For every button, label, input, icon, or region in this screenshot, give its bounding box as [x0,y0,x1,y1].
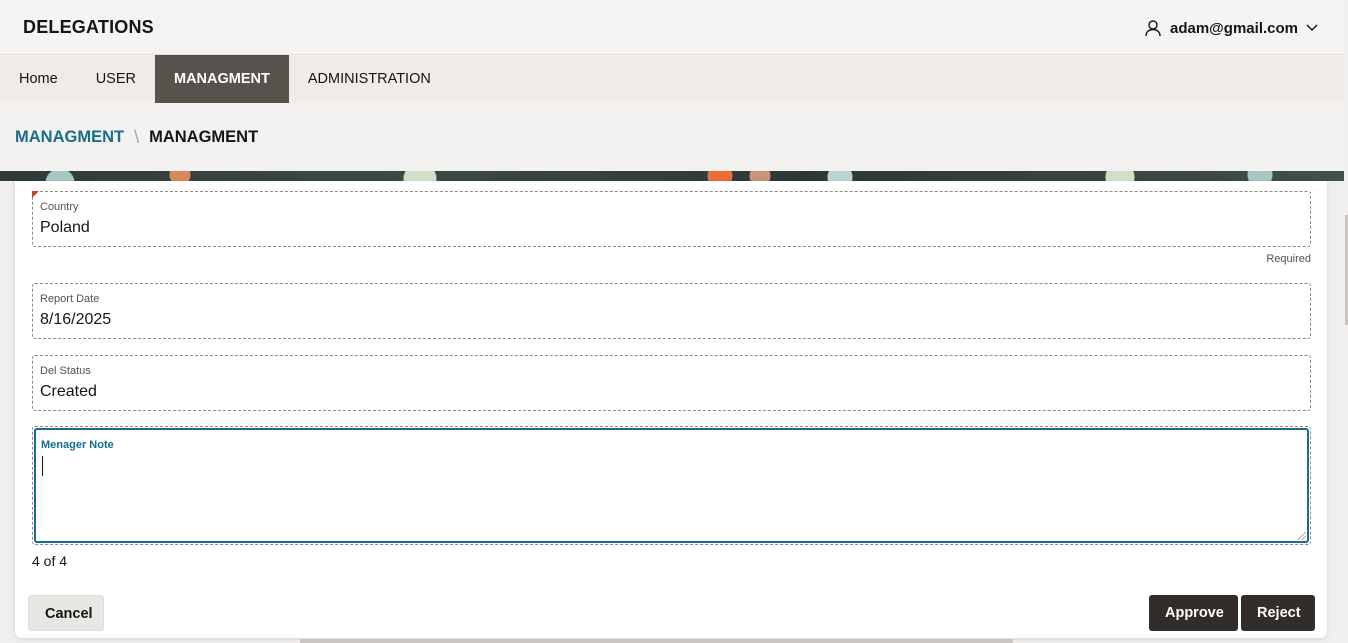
resize-grip-icon[interactable] [1298,532,1306,540]
approve-button[interactable]: Approve [1149,595,1238,631]
required-marker [32,191,39,198]
app-title: DELEGATIONS [23,17,154,37]
del-status-field[interactable]: Del Status Created [32,355,1311,411]
tab-home[interactable]: Home [0,55,77,103]
record-pager: 4 of 4 [32,553,68,569]
tab-user[interactable]: USER [77,55,155,103]
report-date-field[interactable]: Report Date 8/16/2025 [32,283,1311,339]
form-card: Country Poland Required Report Date 8/16… [15,181,1327,638]
breadcrumb: MANAGMENT \ MANAGMENT [15,127,258,148]
text-caret [42,456,43,476]
breadcrumb-separator: \ [134,127,140,147]
country-value: Poland [40,219,90,236]
manager-note-label: Menager Note [41,439,114,451]
breadcrumb-current: MANAGMENT [149,128,259,146]
breadcrumb-link-managment[interactable]: MANAGMENT [15,128,124,147]
manager-note-textarea[interactable]: Menager Note [34,428,1309,543]
chevron-down-icon [1306,24,1318,32]
tab-managment[interactable]: MANAGMENT [154,55,289,103]
decorative-banner [0,171,1344,181]
user-email: adam@gmail.com [1170,19,1298,37]
main-nav: Home USER MANAGMENT ADMINISTRATION [0,55,1344,103]
user-icon [1144,19,1162,37]
manager-note-field[interactable]: Menager Note [32,426,1311,545]
report-date-label: Report Date [40,293,100,305]
app-header: DELEGATIONS adam@gmail.com [0,0,1344,55]
horizontal-scroll-thumb[interactable] [300,639,1013,643]
user-menu[interactable]: adam@gmail.com [1144,16,1318,40]
tab-administration[interactable]: ADMINISTRATION [289,55,450,103]
required-helper-text: Required [1266,253,1311,265]
del-status-value: Created [40,383,97,400]
country-field[interactable]: Country Poland [32,191,1311,247]
country-label: Country [40,201,79,213]
reject-button[interactable]: Reject [1241,595,1315,631]
report-date-value: 8/16/2025 [40,311,112,328]
cancel-button[interactable]: Cancel [28,595,104,631]
del-status-label: Del Status [40,365,91,377]
vertical-scrollbar[interactable] [1344,0,1348,643]
